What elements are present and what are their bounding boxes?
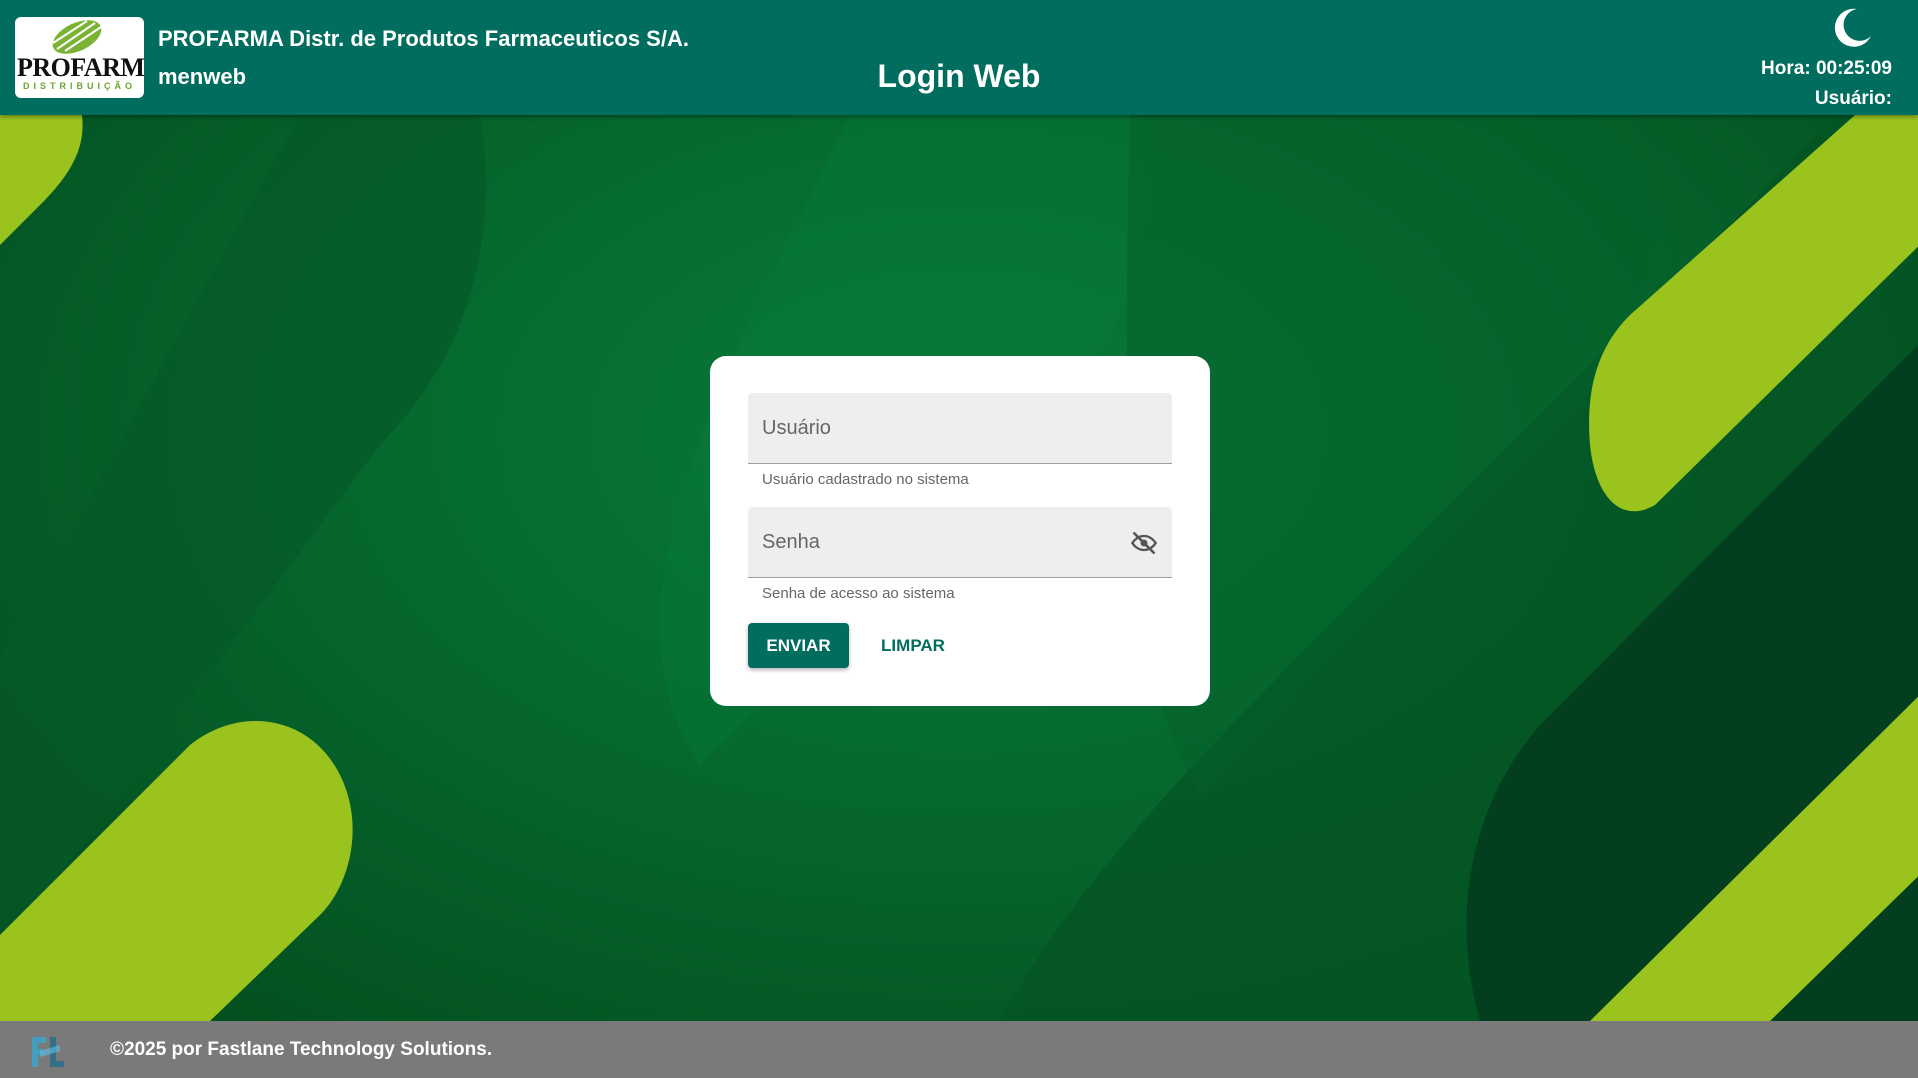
username-input[interactable] — [748, 393, 1172, 463]
company-name: PROFARMA Distr. de Produtos Farmaceutico… — [158, 26, 689, 51]
login-card: Usuário cadastrado no sistema Senha de a… — [710, 356, 1210, 706]
clear-button[interactable]: LIMPAR — [868, 623, 958, 668]
send-button[interactable]: ENVIAR — [748, 623, 849, 668]
moon-icon[interactable] — [1830, 6, 1874, 50]
app-footer: ©2025 por Fastlane Technology Solutions. — [0, 1021, 1918, 1078]
password-hint: Senha de acesso ao sistema — [762, 585, 955, 602]
fastlane-logo-icon — [32, 1037, 64, 1067]
username-hint: Usuário cadastrado no sistema — [762, 471, 969, 488]
page-title: Login Web — [877, 58, 1041, 94]
password-input[interactable] — [748, 507, 1172, 577]
leaf-icon — [52, 20, 102, 54]
password-field[interactable] — [748, 507, 1172, 578]
eye-off-icon[interactable] — [1130, 529, 1158, 557]
copyright-text: ©2025 por Fastlane Technology Solutions. — [110, 1039, 493, 1060]
app-header: PROFARMA DISTRIBUIÇÃO PROFARMA Distr. de… — [0, 0, 1918, 115]
current-user: Usuário: — [1814, 88, 1892, 109]
username-field[interactable] — [748, 393, 1172, 464]
clock-display: Hora: 00:25:09 — [1761, 58, 1892, 79]
